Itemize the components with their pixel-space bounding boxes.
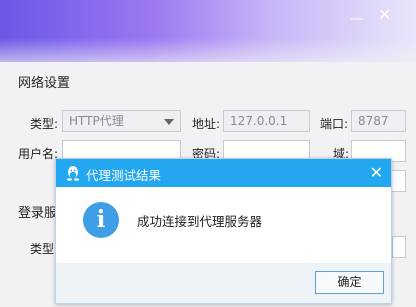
port-value: 8787: [358, 114, 389, 128]
port-label: 端口:: [320, 117, 349, 131]
login-type-label: 类型: [30, 242, 55, 256]
dialog-footer: 确定: [56, 263, 391, 303]
login-server-title: 登录服: [18, 206, 58, 221]
dialog-titlebar: 代理测试结果 ✕: [56, 159, 391, 187]
chevron-down-icon: [164, 119, 174, 125]
address-label: 地址:: [192, 117, 221, 131]
proxy-type-value: HTTP代理: [69, 114, 124, 128]
address-value: 127.0.0.1: [230, 114, 288, 128]
network-settings-title: 网络设置: [18, 76, 71, 91]
port-input[interactable]: 8787: [351, 110, 406, 132]
address-input[interactable]: 127.0.0.1: [223, 110, 310, 132]
login-field-partial[interactable]: [392, 236, 406, 258]
dialog-message: 成功连接到代理服务器: [137, 214, 263, 229]
dialog-body: i 成功连接到代理服务器: [56, 187, 391, 263]
ok-button[interactable]: 确定: [315, 271, 384, 294]
username-label: 用户名:: [18, 147, 59, 161]
proxy-type-select[interactable]: HTTP代理: [62, 110, 181, 132]
type-label: 类型:: [30, 117, 59, 131]
dialog-close-button[interactable]: ✕: [370, 163, 383, 182]
qq-penguin-icon: [67, 166, 79, 181]
window-close-button[interactable]: ✕: [378, 7, 391, 23]
proxy-test-result-dialog: 代理测试结果 ✕ i 成功连接到代理服务器 确定: [55, 158, 392, 304]
dialog-title: 代理测试结果: [86, 168, 162, 183]
info-icon: i: [83, 202, 119, 238]
minimize-button[interactable]: —: [350, 12, 364, 26]
